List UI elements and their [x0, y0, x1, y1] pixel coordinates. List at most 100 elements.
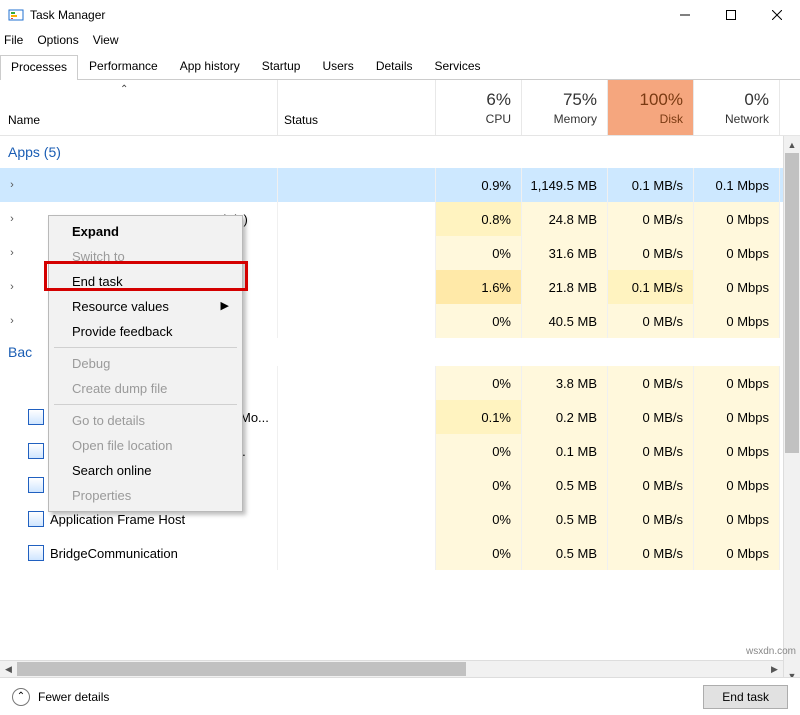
scroll-thumb[interactable] [17, 662, 466, 676]
column-name-label: Name [8, 113, 40, 127]
cell-memory: 24.8 MB [522, 202, 608, 236]
cell-memory: 0.5 MB [522, 536, 608, 570]
group-apps[interactable]: Apps (5) [0, 136, 800, 168]
cell-memory: 0.5 MB [522, 502, 608, 536]
expand-icon[interactable]: › [6, 213, 18, 225]
fewer-details-button[interactable]: ⌃ Fewer details [12, 688, 703, 706]
footer: ⌃ Fewer details End task [0, 677, 800, 715]
cell-disk: 0 MB/s [608, 400, 694, 434]
watermark: wsxdn.com [746, 646, 796, 657]
vertical-scrollbar[interactable]: ▲ ▼ [783, 136, 800, 684]
process-name: Mo... [240, 410, 269, 425]
column-disk[interactable]: 100% Disk [608, 80, 694, 135]
ctx-go-details: Go to details [52, 408, 239, 433]
cell-network: 0 Mbps [694, 468, 780, 502]
horizontal-scrollbar[interactable]: ◀ ▶ [0, 660, 783, 677]
minimize-button[interactable] [662, 0, 708, 30]
ctx-end-task[interactable]: End task [52, 269, 239, 294]
memory-label: Memory [554, 112, 597, 126]
network-label: Network [725, 112, 769, 126]
cell-cpu: 0% [436, 502, 522, 536]
cell-network: 0 Mbps [694, 270, 780, 304]
column-status[interactable]: Status [278, 80, 436, 135]
cell-memory: 0.5 MB [522, 468, 608, 502]
menubar: File Options View [0, 30, 800, 50]
cell-cpu: 0% [436, 366, 522, 400]
cell-network: 0 Mbps [694, 202, 780, 236]
fewer-details-label: Fewer details [38, 690, 109, 704]
tab-processes[interactable]: Processes [0, 55, 78, 80]
cell-network: 0 Mbps [694, 400, 780, 434]
menu-view[interactable]: View [93, 33, 119, 47]
column-name[interactable]: ⌃ Name [0, 80, 278, 135]
ctx-debug: Debug [52, 351, 239, 376]
cell-cpu: 0% [436, 236, 522, 270]
menu-file[interactable]: File [4, 33, 23, 47]
ctx-properties: Properties [52, 483, 239, 508]
expand-icon[interactable]: › [6, 179, 18, 191]
network-percent: 0% [744, 90, 769, 110]
disk-label: Disk [660, 112, 683, 126]
scroll-left-icon[interactable]: ◀ [0, 661, 17, 677]
ctx-open-location: Open file location [52, 433, 239, 458]
cell-cpu: 1.6% [436, 270, 522, 304]
expand-icon[interactable]: › [6, 281, 18, 293]
cell-memory: 0.2 MB [522, 400, 608, 434]
cell-cpu: 0% [436, 536, 522, 570]
chevron-up-icon: ⌃ [12, 688, 30, 706]
process-name: BridgeCommunication [50, 546, 178, 561]
titlebar: Task Manager [0, 0, 800, 30]
cell-cpu: 0% [436, 304, 522, 338]
tab-performance[interactable]: Performance [78, 54, 169, 79]
scroll-up-icon[interactable]: ▲ [784, 136, 800, 153]
cell-network: 0 Mbps [694, 366, 780, 400]
process-icon [28, 477, 44, 493]
ctx-search-online[interactable]: Search online [52, 458, 239, 483]
cell-memory: 40.5 MB [522, 304, 608, 338]
tab-startup[interactable]: Startup [251, 54, 312, 79]
cell-memory: 21.8 MB [522, 270, 608, 304]
cell-disk: 0 MB/s [608, 202, 694, 236]
maximize-button[interactable] [708, 0, 754, 30]
cell-network: 0 Mbps [694, 434, 780, 468]
process-icon [28, 511, 44, 527]
end-task-button[interactable]: End task [703, 685, 788, 709]
process-icon [28, 443, 44, 459]
sort-indicator-icon: ⌃ [120, 84, 128, 95]
column-status-label: Status [284, 113, 318, 127]
cell-cpu: 0% [436, 468, 522, 502]
tab-details[interactable]: Details [365, 54, 424, 79]
cell-memory: 1,149.5 MB [522, 168, 608, 202]
ctx-expand[interactable]: Expand [52, 219, 239, 244]
close-button[interactable] [754, 0, 800, 30]
menu-options[interactable]: Options [37, 33, 78, 47]
cell-disk: 0 MB/s [608, 304, 694, 338]
tab-app-history[interactable]: App history [169, 54, 251, 79]
memory-percent: 75% [563, 90, 597, 110]
expand-icon[interactable]: › [6, 247, 18, 259]
tab-users[interactable]: Users [311, 54, 364, 79]
tab-services[interactable]: Services [424, 54, 492, 79]
scroll-thumb[interactable] [785, 153, 799, 453]
cell-network: 0.1 Mbps [694, 168, 780, 202]
ctx-resource-values[interactable]: Resource values▶ [52, 294, 239, 319]
cell-memory: 31.6 MB [522, 236, 608, 270]
column-memory[interactable]: 75% Memory [522, 80, 608, 135]
scroll-right-icon[interactable]: ▶ [766, 661, 783, 677]
ctx-resource-values-label: Resource values [72, 299, 169, 314]
context-menu: Expand Switch to End task Resource value… [48, 215, 243, 512]
column-cpu[interactable]: 6% CPU [436, 80, 522, 135]
process-icon [28, 409, 44, 425]
process-icon [28, 545, 44, 561]
process-name: Application Frame Host [50, 512, 185, 527]
cell-disk: 0.1 MB/s [608, 270, 694, 304]
column-network[interactable]: 0% Network [694, 80, 780, 135]
process-row[interactable]: › 0.9% 1,149.5 MB 0.1 MB/s 0.1 Mbps [0, 168, 800, 202]
group-background-label: Bac [8, 344, 32, 360]
cell-disk: 0 MB/s [608, 502, 694, 536]
expand-icon[interactable]: › [6, 315, 18, 327]
cell-disk: 0.1 MB/s [608, 168, 694, 202]
app-icon [8, 7, 24, 23]
ctx-provide-feedback[interactable]: Provide feedback [52, 319, 239, 344]
process-row[interactable]: BridgeCommunication 0% 0.5 MB 0 MB/s 0 M… [0, 536, 800, 570]
